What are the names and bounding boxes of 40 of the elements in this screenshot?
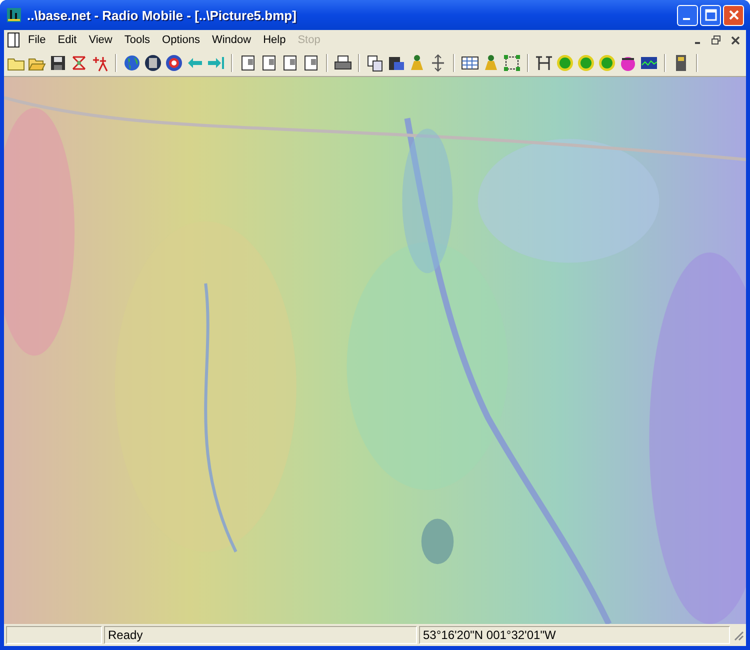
circle-icon[interactable] (619, 54, 637, 72)
resize-grip-icon[interactable] (732, 629, 744, 641)
person-icon[interactable] (408, 54, 426, 72)
add-icon[interactable] (91, 54, 109, 72)
document-icon[interactable] (239, 54, 257, 72)
arrows-icon[interactable] (429, 54, 447, 72)
menu-item[interactable]: Options (157, 32, 205, 48)
menu-item[interactable]: File (23, 32, 51, 48)
save-icon[interactable] (49, 54, 67, 72)
minimize-button[interactable] (677, 4, 698, 26)
selection-icon[interactable] (503, 54, 521, 72)
disk-icon[interactable] (144, 54, 162, 72)
minimize-icon (682, 18, 690, 20)
close-icon (728, 9, 740, 21)
coordinates-readout: 53°16'20"N 001°32'01"W (419, 626, 730, 644)
globe-icon[interactable] (123, 54, 141, 72)
menu-item[interactable]: Edit (52, 32, 82, 48)
window-title: ..\base.net - Radio Mobile - [..\Picture5.bmp] (27, 8, 298, 22)
close-button[interactable] (723, 4, 744, 26)
close-icon (730, 36, 740, 44)
maximize-icon (704, 9, 716, 21)
document-icon[interactable] (260, 54, 278, 72)
restore-icon (711, 35, 721, 45)
document-icon[interactable] (302, 54, 320, 72)
status-message: Ready (104, 626, 417, 644)
document-icon[interactable] (7, 32, 21, 48)
app-icon (6, 7, 22, 23)
menu-item[interactable]: Window (206, 32, 256, 48)
rosette-icon[interactable] (165, 54, 183, 72)
document-icon[interactable] (281, 54, 299, 72)
minimize-icon (694, 42, 700, 44)
person-icon[interactable] (482, 54, 500, 72)
menu-item[interactable]: View (84, 32, 118, 48)
copy-icon[interactable] (366, 54, 384, 72)
menu-item[interactable]: Help (258, 32, 291, 48)
menu-item[interactable]: Tools (119, 32, 156, 48)
maximize-button[interactable] (700, 4, 721, 26)
table-icon[interactable] (461, 54, 479, 72)
printer-icon[interactable] (334, 54, 352, 72)
waveform-icon[interactable] (640, 54, 658, 72)
